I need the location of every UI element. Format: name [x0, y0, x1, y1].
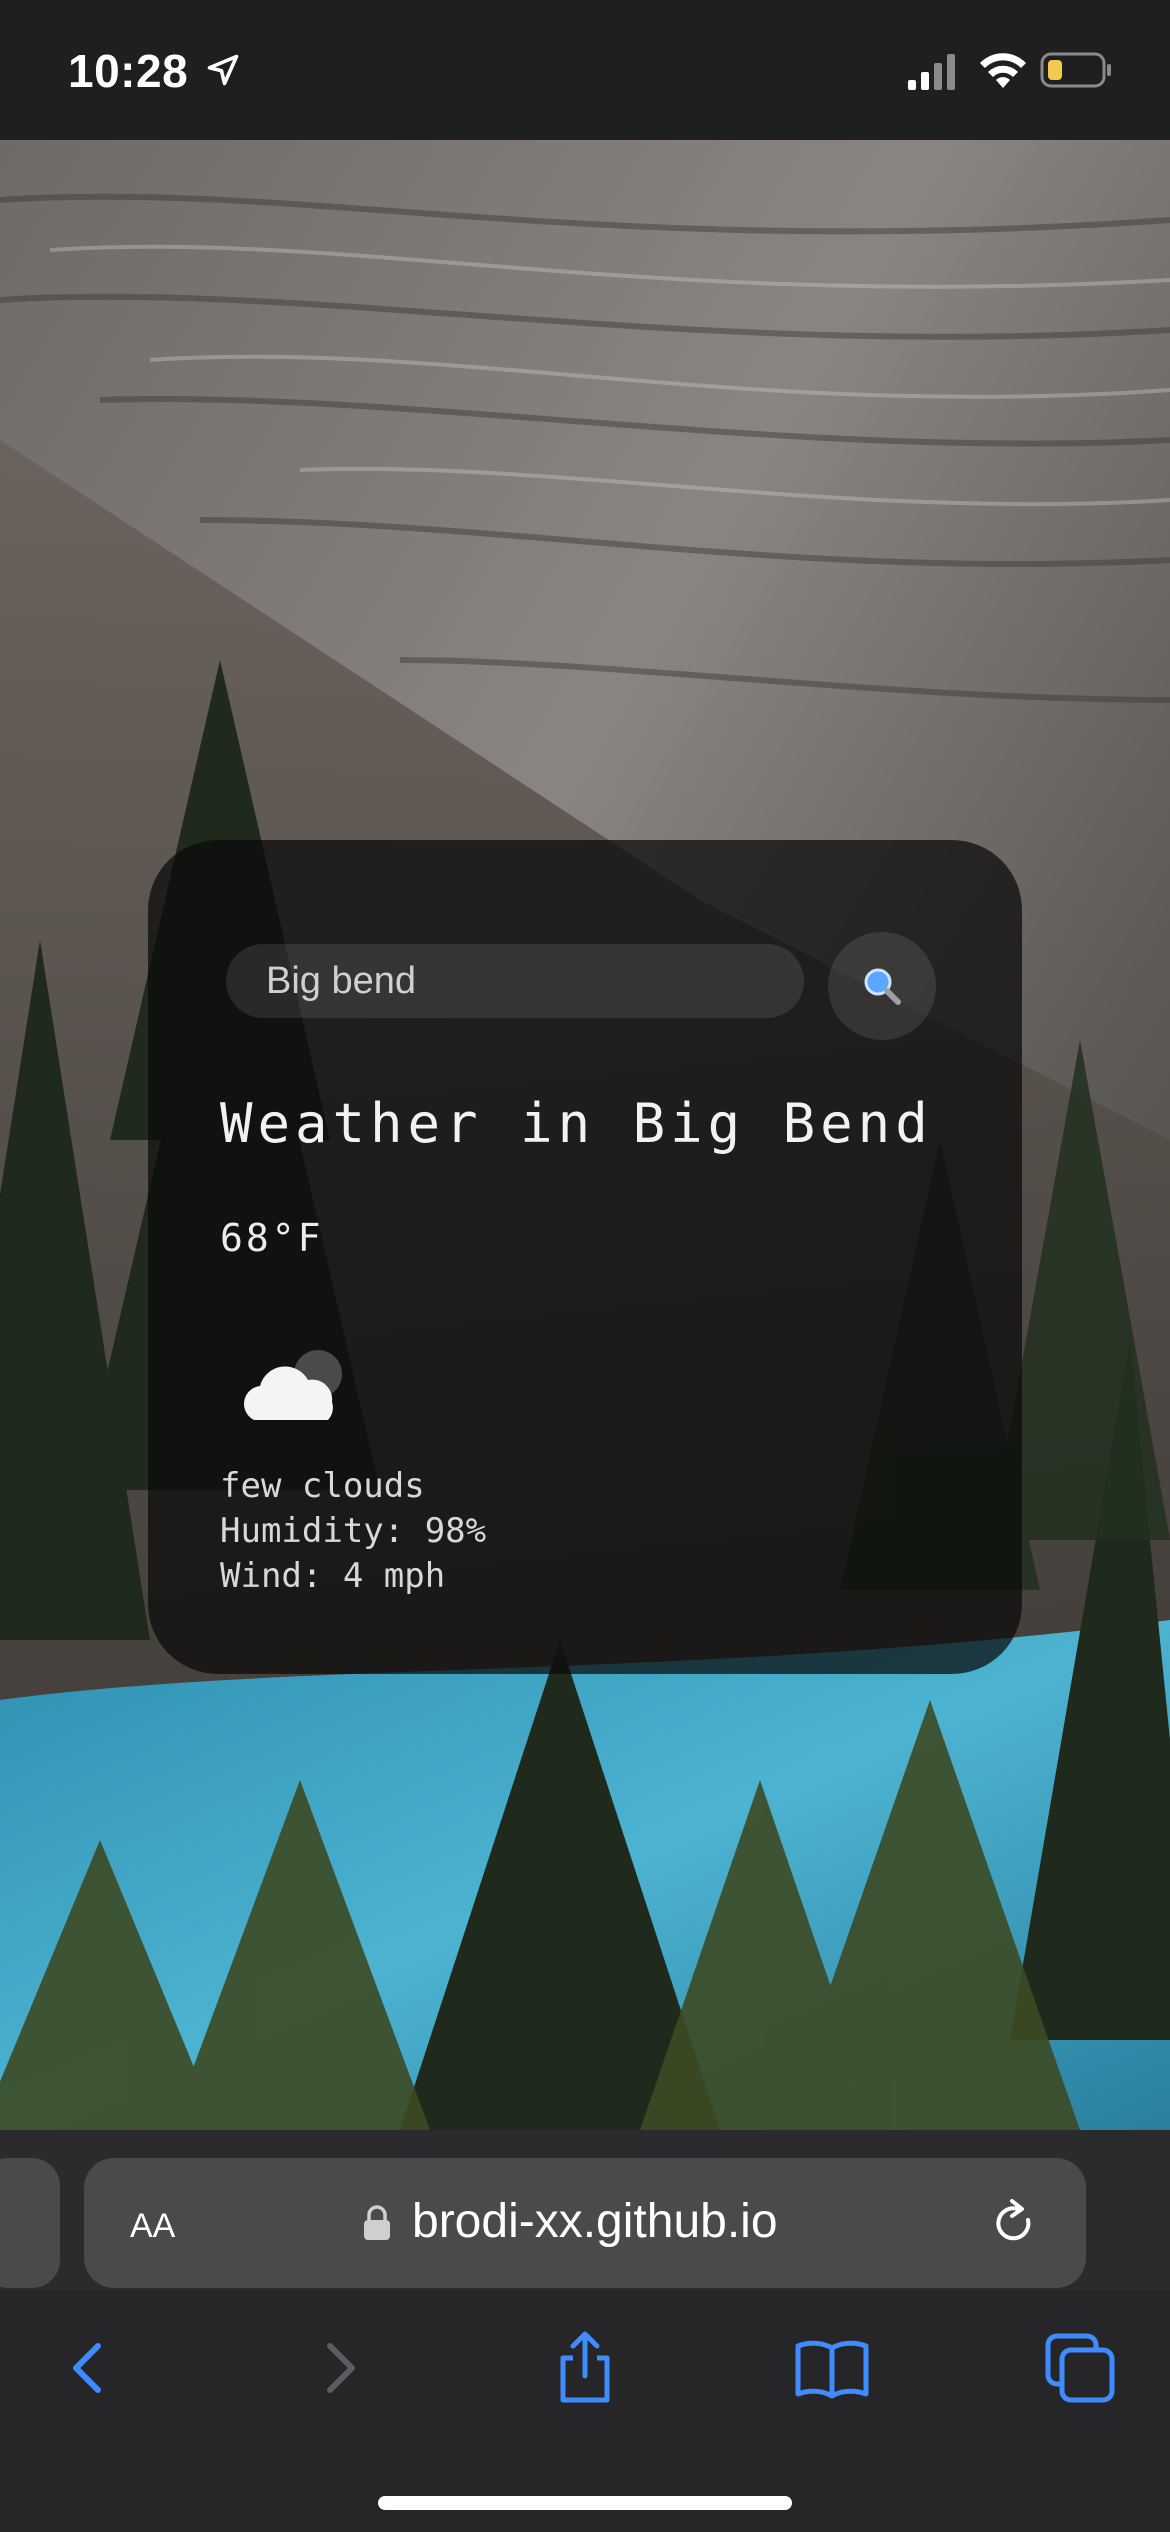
- weather-details: few clouds Humidity: 98% Wind: 4 mph: [220, 1464, 486, 1599]
- few-clouds-icon: [244, 1350, 342, 1420]
- weather-description: few clouds: [220, 1466, 425, 1506]
- wind: Wind: 4 mph: [220, 1556, 446, 1596]
- reload-icon[interactable]: [990, 2198, 1040, 2248]
- forward-icon[interactable]: [300, 2328, 380, 2408]
- temperature: 68°F: [220, 1216, 324, 1260]
- bookmarks-icon[interactable]: [792, 2328, 872, 2408]
- tabs-icon[interactable]: [1040, 2328, 1120, 2408]
- search-button[interactable]: [828, 932, 936, 1040]
- battery-low-icon: [1040, 52, 1111, 88]
- status-time: 10:28: [68, 45, 189, 97]
- address-bar[interactable]: AA brodi-xx.github.io: [84, 2158, 1086, 2288]
- weather-card: Weather in Big Bend 68°F few clouds Humi…: [148, 840, 1022, 1674]
- url-text: brodi-xx.github.io: [412, 2195, 778, 2248]
- wifi-icon: [980, 53, 1026, 88]
- city-heading: Weather in Big Bend: [220, 1092, 933, 1155]
- back-icon[interactable]: [48, 2328, 128, 2408]
- browser-toolbar: [0, 2290, 1170, 2532]
- browser-address-area: AA brodi-xx.github.io: [0, 2130, 1170, 2290]
- previous-tab-peek[interactable]: [0, 2158, 60, 2288]
- home-indicator[interactable]: [378, 2496, 792, 2510]
- location-arrow-icon: [207, 54, 239, 86]
- share-icon[interactable]: [545, 2328, 625, 2408]
- status-bar: 10:28: [0, 0, 1170, 140]
- cellular-signal-icon: [908, 54, 955, 90]
- search-icon: [864, 968, 901, 1005]
- lock-icon: [364, 2205, 390, 2240]
- reader-button-label: AA: [130, 2207, 176, 2245]
- reader-button[interactable]: AA: [130, 2194, 175, 2248]
- humidity: Humidity: 98%: [220, 1511, 487, 1551]
- search-input[interactable]: [226, 944, 804, 1018]
